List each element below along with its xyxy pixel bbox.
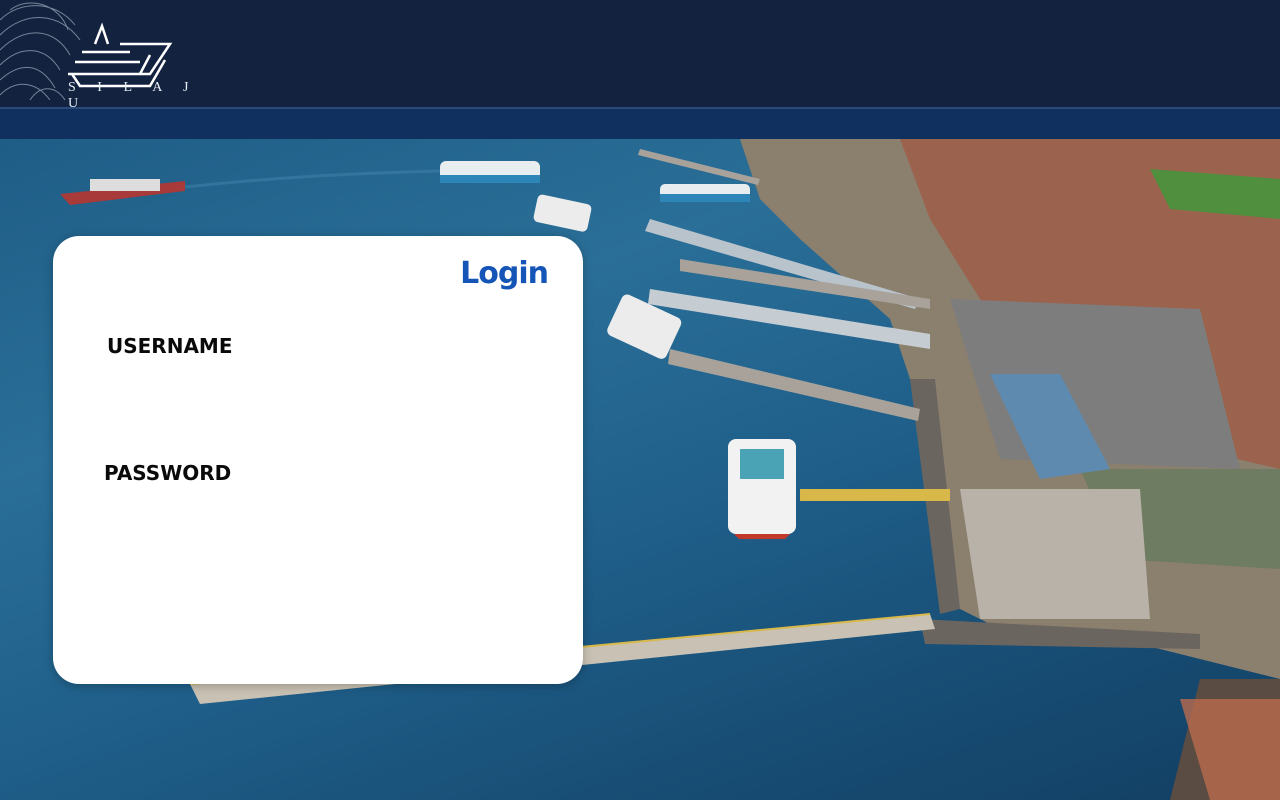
- silaju-logo: S I L A J U: [0, 0, 200, 111]
- password-input[interactable]: [104, 498, 528, 540]
- login-card: Login USERNAME PASSWORD: [53, 236, 583, 684]
- login-title: Login: [460, 256, 549, 291]
- top-header: S I L A J U: [0, 0, 1280, 111]
- username-label: USERNAME: [107, 334, 233, 358]
- sub-header-bar: [0, 109, 1280, 139]
- password-label: PASSWORD: [104, 461, 232, 485]
- username-input[interactable]: [107, 371, 531, 413]
